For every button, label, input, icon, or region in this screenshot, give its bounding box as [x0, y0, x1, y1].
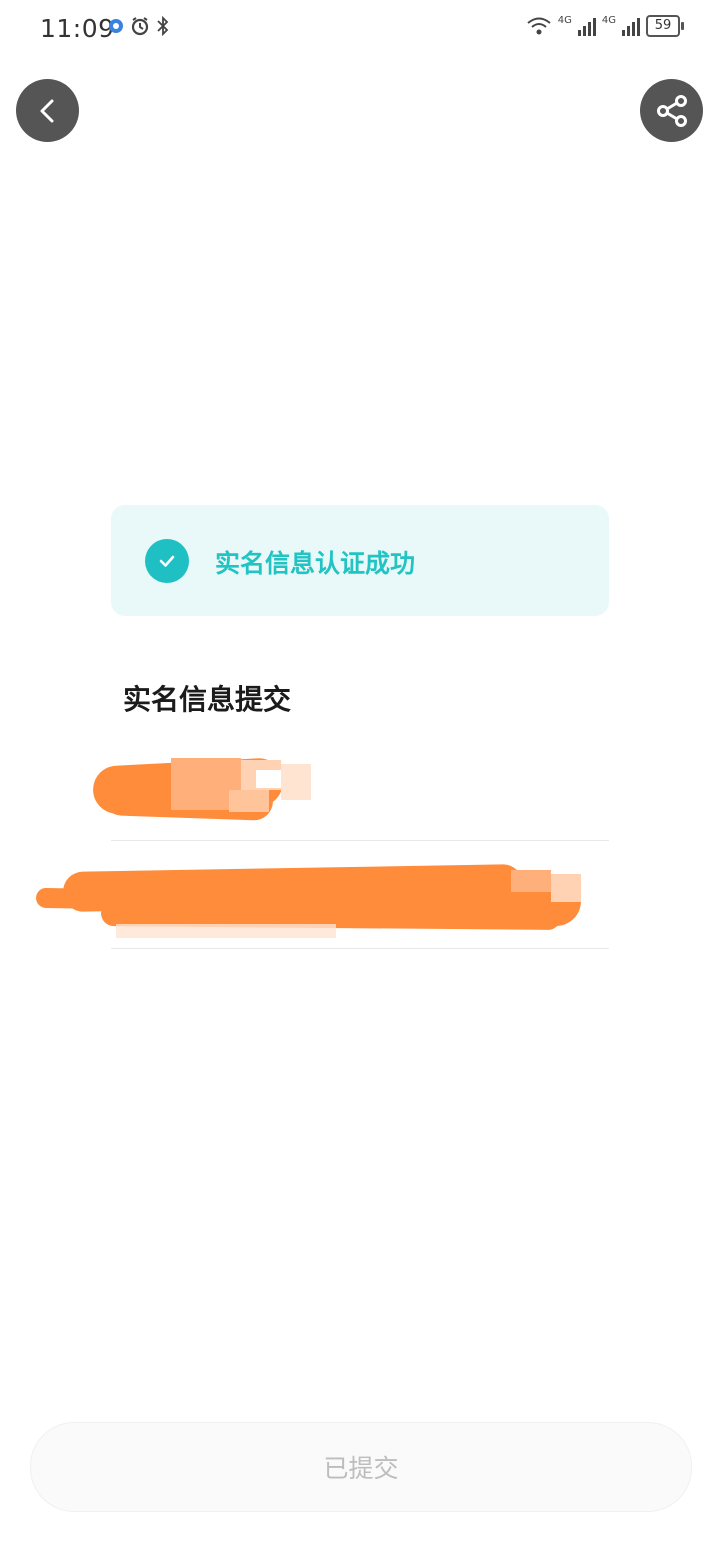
section-title: 实名信息提交	[123, 683, 292, 716]
share-icon	[656, 94, 687, 127]
status-time: 11:09	[40, 14, 115, 43]
pixelated-area	[511, 870, 551, 892]
name-field	[91, 740, 609, 841]
pixelated-area	[551, 874, 581, 902]
pixelated-area	[281, 764, 311, 800]
success-message: 实名信息认证成功	[215, 549, 416, 578]
success-badge	[145, 539, 189, 583]
pixelated-area	[229, 790, 269, 812]
network-type-2: 4G	[601, 15, 616, 26]
network-type-1: 4G	[557, 15, 572, 26]
pixelated-area	[116, 924, 336, 938]
wifi-icon	[527, 17, 551, 35]
verification-success-banner: 实名信息认证成功	[111, 505, 609, 616]
share-button[interactable]	[640, 79, 703, 142]
submit-button[interactable]: 已提交	[30, 1422, 692, 1512]
bluetooth-icon	[157, 16, 169, 36]
check-icon	[159, 555, 175, 567]
battery-indicator: 59	[646, 15, 684, 37]
id-number-field	[35, 842, 609, 949]
back-button[interactable]	[16, 79, 79, 142]
app-notification-icon	[109, 19, 123, 33]
signal-icon-1	[577, 18, 596, 36]
chevron-left-icon	[40, 99, 53, 122]
signal-icon-2	[622, 18, 640, 36]
alarm-icon	[131, 17, 149, 36]
status-bar: 11:09 4G 4G 59	[0, 0, 720, 60]
